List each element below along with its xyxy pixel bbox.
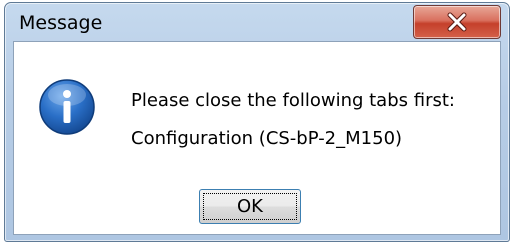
- ok-button[interactable]: OK: [199, 189, 301, 224]
- close-button[interactable]: [413, 5, 501, 39]
- dialog-body: Please close the following tabs first: C…: [13, 41, 501, 235]
- info-icon: [39, 79, 95, 135]
- message-text: Please close the following tabs first: C…: [131, 82, 455, 158]
- ok-button-label: OK: [237, 196, 263, 217]
- message-dialog: Message Please close the following tabs …: [4, 2, 510, 242]
- message-line-1: Please close the following tabs first:: [131, 90, 455, 111]
- title-bar[interactable]: Message: [5, 3, 509, 41]
- dialog-title: Message: [19, 12, 103, 34]
- message-line-2: Configuration (CS-bP-2_M150): [131, 128, 403, 149]
- close-icon: [447, 12, 467, 32]
